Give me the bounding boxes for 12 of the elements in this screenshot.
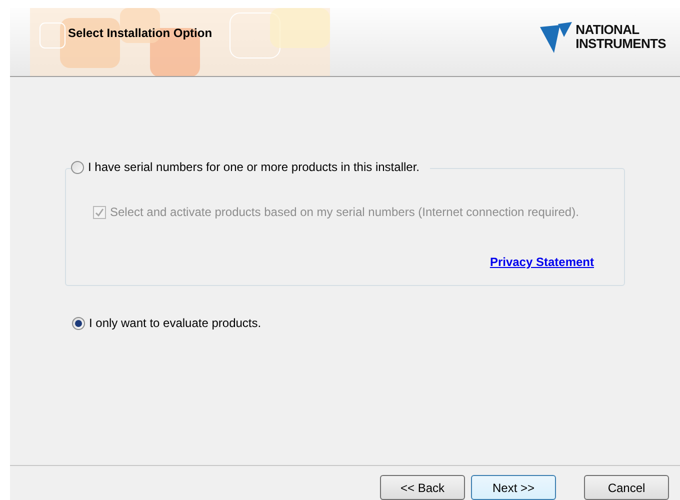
logo-text: INSTRUMENTS [576, 37, 666, 51]
page-title: Select Installation Option [68, 25, 212, 42]
logo-text: NATIONAL [576, 23, 640, 37]
radio-button[interactable] [71, 160, 84, 174]
option-label[interactable]: I have serial numbers for one or more products in this installer. [88, 158, 420, 176]
dialog-button[interactable]: Cancel [584, 475, 669, 500]
dialog-button[interactable]: << Back [380, 475, 465, 500]
radio-button[interactable] [72, 316, 85, 330]
logo-icon [540, 21, 574, 53]
dialog-button[interactable]: Next >> [471, 475, 556, 500]
option-label[interactable]: I only want to evaluate products. [89, 314, 262, 332]
privacy-link[interactable]: Privacy Statement [490, 253, 594, 271]
